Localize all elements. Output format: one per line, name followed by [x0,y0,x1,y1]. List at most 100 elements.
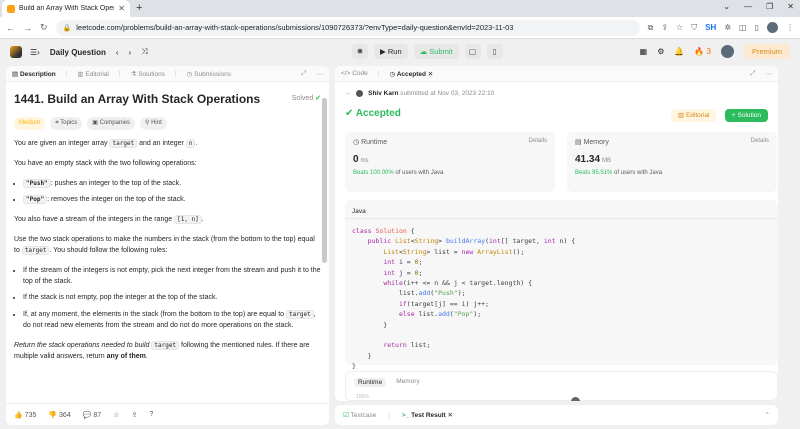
topics-chip[interactable]: ⌗ Topics [50,116,83,130]
tab-separator: | [388,411,390,419]
submission-detail: ← Shiv Karn submitted at Nov 03, 2023 22… [335,82,778,136]
text: . [195,139,198,147]
url-bar[interactable]: 🔒 leetcode.com/problems/build-an-array-w… [55,19,640,36]
premium-button[interactable]: Premium [743,44,790,59]
share-icon[interactable]: ⇪ [131,411,137,419]
run-button[interactable]: ▶ Run [374,44,408,59]
star-icon[interactable]: ☆ [113,411,119,419]
maximize-panel-icon[interactable]: ⤢ [750,70,755,78]
submitted-time: submitted at Nov 03, 2023 22:10 [400,90,495,98]
notes-icon[interactable]: ▢ [464,44,481,59]
text: You are given an integer array [14,139,110,147]
reload-icon[interactable]: ↻ [40,22,48,33]
tab-strip: Build an Array With Stack Opera ✕ + ⌄ — … [0,0,800,17]
lock-icon[interactable]: 🔒 [63,24,72,32]
hint-chip[interactable]: ⚲ Hint [140,116,167,130]
next-problem-icon[interactable]: › [129,48,132,57]
editorial-button[interactable]: ▥ Editorial [671,109,717,123]
list-item: If, at any moment, the elements in the s… [23,310,321,332]
debug-icon[interactable]: ✹ [352,44,368,59]
shuffle-icon[interactable]: ⤨ [141,47,147,57]
extensions-area: ⧉ ⇪ ☆ ⛉ SH ✲ ◫ ▯ ⋮ [648,22,794,33]
paragraph: You also have a stream of the integers i… [14,215,321,226]
back-icon[interactable]: ← [6,23,15,33]
minimize-icon[interactable]: — [744,2,752,11]
settings-gear-icon[interactable]: ⚙ [657,47,664,56]
new-tab-icon[interactable]: + [136,2,142,14]
dislike-button[interactable]: 👎 364 [48,411,70,419]
more-icon[interactable]: ⋯ [317,70,324,78]
run-label: Run [387,47,402,56]
rules-list: If the stream of the integers is not emp… [23,266,321,332]
tab-solutions[interactable]: ⚗ Solutions [131,70,165,78]
operations-list: "Push": pushes an integer to the top of … [23,178,321,207]
browser-tab[interactable]: Build an Array With Stack Opera ✕ [2,0,130,17]
right-panel-tabs: </> Code | ◷ Accepted ✕ ⤢ ⋯ [335,66,778,82]
cast-icon[interactable]: ⧉ [648,23,654,33]
memory-details-link[interactable]: Details [751,138,769,146]
back-arrow-icon[interactable]: ← [345,90,352,97]
testcase-label: Testcase [350,412,377,419]
scrollbar[interactable] [789,70,794,405]
tab-runtime-chart[interactable]: Runtime [354,378,387,387]
tab-editorial[interactable]: ▥ Editorial [77,70,108,78]
tab-submissions[interactable]: ◷ Submissions [187,70,231,78]
memory-label: Memory [583,139,609,146]
notification-bell-icon[interactable]: 🔔 [674,47,684,56]
avatar[interactable] [767,22,778,33]
inline-code: target [21,245,50,255]
memory-beats: Beats 95.51% of users with Java [575,170,769,176]
shield-icon[interactable]: ⛉ [691,23,697,33]
test-result-label: Test Result [411,412,446,419]
more-icon[interactable]: ⋯ [766,70,773,78]
maximize-icon[interactable]: ❐ [766,2,773,11]
page-title[interactable]: 1441. Build an Array With Stack Operatio… [14,90,260,109]
close-icon[interactable]: ✕ [448,412,453,419]
author-name[interactable]: Shiv Karn [368,90,398,97]
comments-button[interactable]: 💬 87 [83,411,101,419]
text: any of them [106,352,146,360]
maximize-panel-icon[interactable]: ⤢ [301,70,306,78]
submit-button[interactable]: ☁ Submit [413,44,459,59]
streak-counter[interactable]: 🔥 3 [694,47,711,56]
tab-memory-chart[interactable]: Memory [396,378,419,387]
chevron-down-icon[interactable]: ⌄ [723,2,730,11]
prev-problem-icon[interactable]: ‹ [116,48,119,57]
problem-list-icon[interactable]: ☰› [30,48,40,57]
memory-title: ▤ Memory [575,139,609,146]
runtime-card[interactable]: ◷ Runtime Details 0 ms Beats 100.00% of us… [345,132,555,192]
close-tab-icon[interactable]: ✕ [118,4,125,13]
companies-chip[interactable]: ▣ Companies [87,116,135,130]
like-button[interactable]: 👍 735 [14,411,36,419]
paragraph: Return the stack operations needed to bu… [14,341,321,363]
extension-icon[interactable]: ◫ [739,23,747,32]
share-icon[interactable]: ⇪ [661,23,668,32]
close-window-icon[interactable]: ✕ [787,2,794,11]
inline-code: target [151,341,180,351]
leetcode-logo-icon[interactable] [10,46,22,58]
solution-button[interactable]: + Solution [724,109,768,123]
profile-badge[interactable]: SH [705,23,716,32]
user-avatar[interactable] [720,45,734,58]
tab-test-result[interactable]: >_ Test Result ✕ [402,411,453,419]
status-row: ✔ Accepted ▥ Editorial + Solution [345,104,768,123]
file-icon[interactable]: ▯ [486,44,503,59]
tab-testcase[interactable]: ☑ Testcase [343,411,376,419]
forward-icon[interactable]: → [23,23,32,33]
runtime-details-link[interactable]: Details [529,138,547,146]
daily-question-link[interactable]: Daily Question [50,48,106,57]
scrollbar[interactable] [322,98,327,263]
layout-grid-icon[interactable]: ▦ [640,47,648,56]
bookmark-star-icon[interactable]: ☆ [676,23,683,32]
memory-card[interactable]: ▤ Memory Details 41.34 MB Beats 95.51% of … [567,132,777,192]
extension-puzzle-icon[interactable]: ✲ [724,23,731,32]
tab-description[interactable]: ▤ Description [12,70,56,78]
code-viewer[interactable]: Java class Solution { public List<String… [345,200,778,370]
menu-kebab-icon[interactable]: ⋮ [786,23,794,32]
tab-code[interactable]: </> Code [341,70,368,77]
tab-accepted[interactable]: ◷ Accepted ✕ [389,70,433,78]
help-icon[interactable]: ? [149,411,153,418]
sidepanel-icon[interactable]: ▯ [755,23,759,32]
chevron-up-icon[interactable]: ⌃ [765,411,770,419]
text: . [145,352,148,360]
